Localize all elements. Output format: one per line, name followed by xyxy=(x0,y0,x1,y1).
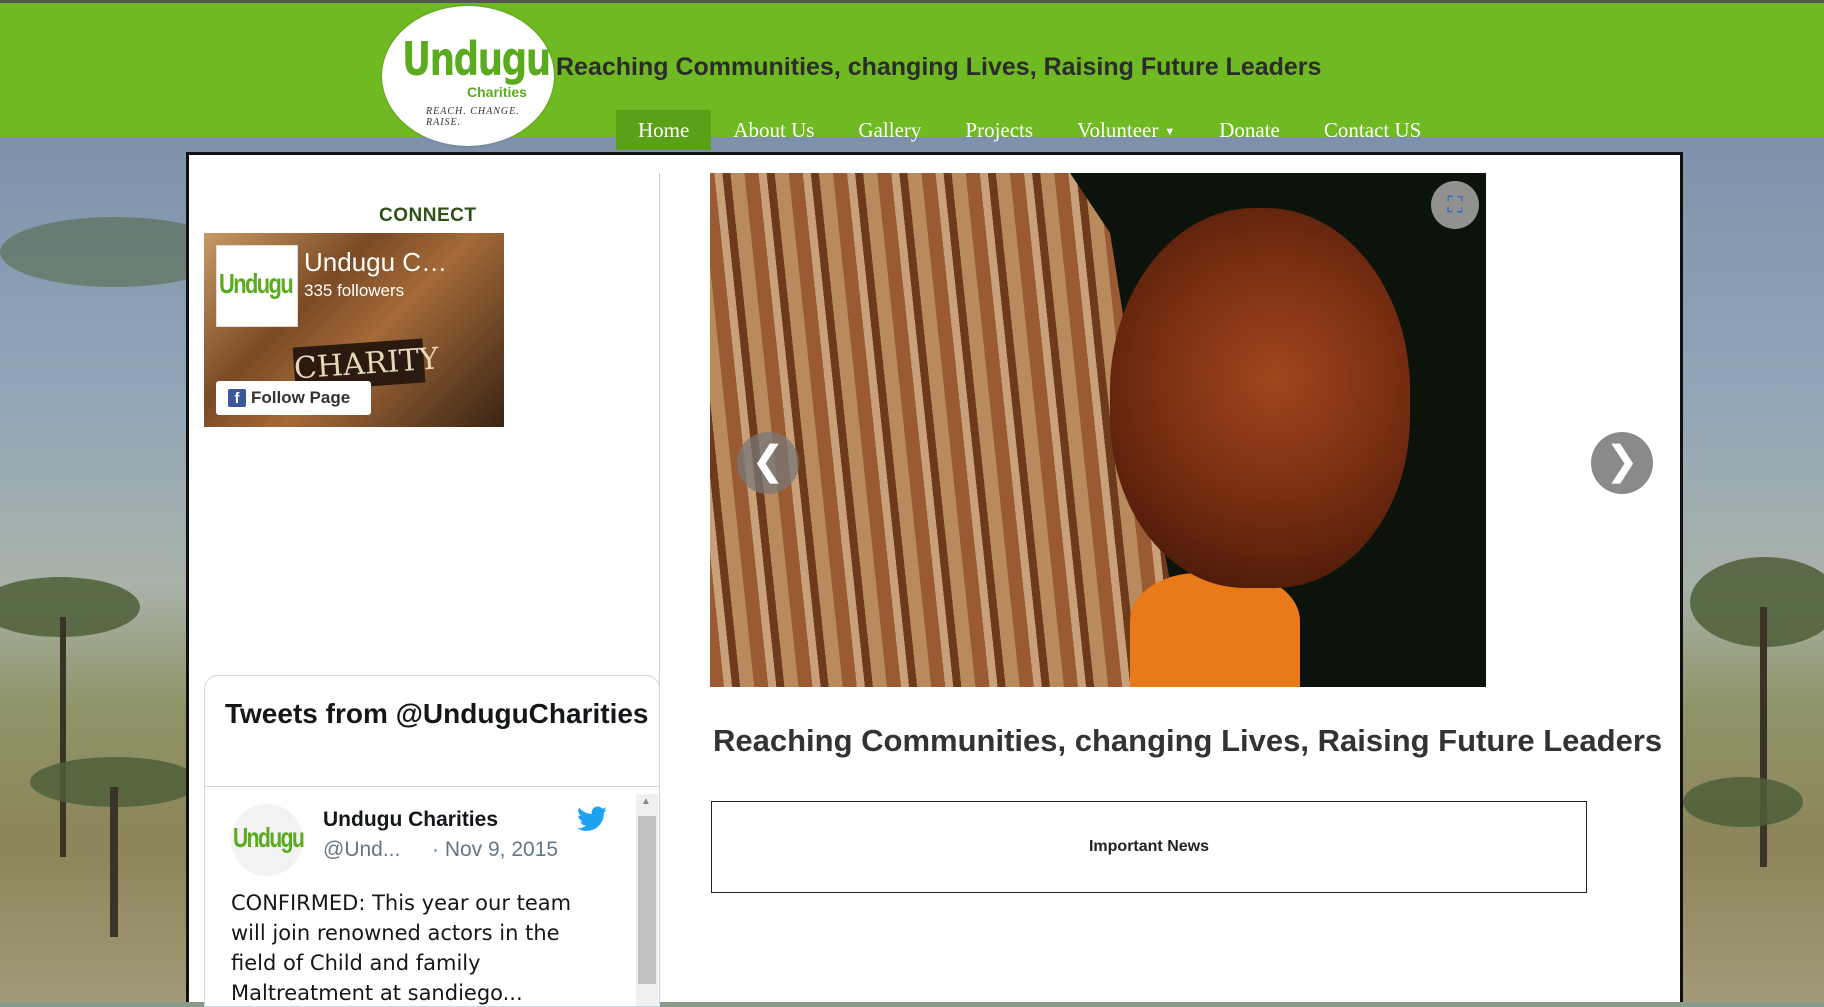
follow-page-label: Follow Page xyxy=(251,388,351,407)
facebook-follower-count: 335 followers xyxy=(304,281,405,300)
facebook-page-widget[interactable]: CHARITY Undugu Undugu C… 335 followers f… xyxy=(204,233,504,427)
scrollbar-thumb[interactable] xyxy=(638,816,656,984)
twitter-timeline-title: Tweets from @UnduguCharities xyxy=(225,698,649,729)
nav-projects[interactable]: Projects xyxy=(943,110,1055,150)
avatar[interactable]: Undugu xyxy=(231,804,305,876)
nav-gallery[interactable]: Gallery xyxy=(836,110,943,150)
site-header: Reaching Communities, changing Lives, Ra… xyxy=(0,0,1824,150)
facebook-page-avatar[interactable]: Undugu xyxy=(216,245,298,327)
nav-donate[interactable]: Donate xyxy=(1197,110,1302,150)
logo-subtitle: Charities xyxy=(467,84,527,100)
important-news-box: Important News xyxy=(711,801,1587,893)
facebook-page-name[interactable]: Undugu C… xyxy=(304,247,447,278)
expand-image-icon[interactable]: ⛶ xyxy=(1431,181,1479,229)
facebook-icon: f xyxy=(228,389,246,407)
nav-donate-label: Donate xyxy=(1219,118,1280,142)
tweet-author-handle[interactable]: @Und... xyxy=(323,838,400,862)
slider-next-button[interactable]: ❯ xyxy=(1591,432,1653,494)
main-headline: Reaching Communities, changing Lives, Ra… xyxy=(713,723,1663,758)
logo-wordmark: Undugu xyxy=(402,32,551,86)
twitter-timeline-widget: Tweets from @UnduguCharities Undugu Undu… xyxy=(204,675,660,1007)
tweet-author-name[interactable]: Undugu Charities xyxy=(323,808,498,832)
nav-about-us-label: About Us xyxy=(733,118,815,142)
nav-projects-label: Projects xyxy=(965,118,1034,142)
twitter-header-divider xyxy=(205,786,659,787)
connect-heading: CONNECT xyxy=(379,205,477,226)
boy-shirt-graphic xyxy=(1130,573,1300,687)
main-nav: Home About Us Gallery Projects Volunteer… xyxy=(616,110,1443,150)
facebook-avatar-wordmark: Undugu xyxy=(219,268,294,299)
nav-about-us[interactable]: About Us xyxy=(711,110,836,150)
nav-volunteer-label: Volunteer xyxy=(1077,118,1159,142)
boy-face-graphic xyxy=(1110,208,1410,588)
tweet-scrollbar[interactable]: ▲ xyxy=(636,794,658,1006)
tweet-text: CONFIRMED: This year our team will join … xyxy=(231,891,572,1005)
nav-home-label: Home xyxy=(638,118,690,142)
follow-page-button[interactable]: f Follow Page xyxy=(216,381,371,415)
content-panel: CONNECT CHARITY Undugu Undugu C… 335 fol… xyxy=(186,152,1683,1007)
tweet-date[interactable]: · Nov 9, 2015 xyxy=(432,838,558,862)
header-tagline: Reaching Communities, changing Lives, Ra… xyxy=(556,53,1322,81)
chevron-down-icon: ▼ xyxy=(1164,126,1176,139)
nav-volunteer[interactable]: Volunteer ▼ xyxy=(1055,110,1197,150)
scroll-up-icon[interactable]: ▲ xyxy=(641,796,651,807)
nav-contact-us-label: Contact US xyxy=(1323,118,1422,142)
site-logo[interactable]: Undugu Charities REACH. CHANGE. RAISE. xyxy=(382,6,554,146)
nav-contact-us[interactable]: Contact US xyxy=(1302,110,1443,150)
nav-gallery-label: Gallery xyxy=(858,118,922,142)
logo-slogan: REACH. CHANGE. RAISE. xyxy=(426,106,520,128)
avatar-wordmark: Undugu xyxy=(233,822,305,853)
slider-prev-button[interactable]: ❮ xyxy=(737,432,799,494)
hero-slide-image: ⛶ xyxy=(710,173,1486,687)
twitter-bird-icon[interactable] xyxy=(577,806,607,832)
nav-home[interactable]: Home xyxy=(616,110,712,150)
